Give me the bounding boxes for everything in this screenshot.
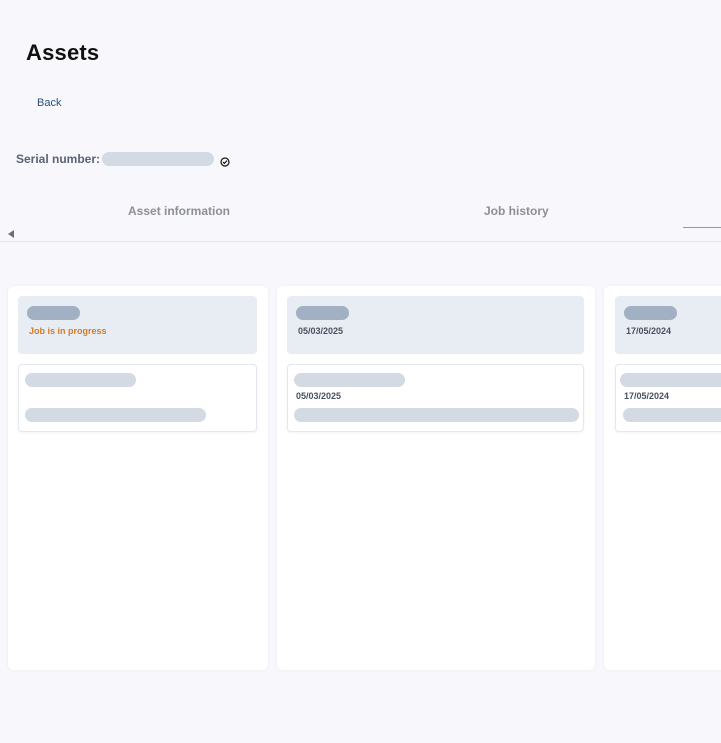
job-column-header: 17/05/2024 [615,296,721,354]
job-date: 17/05/2024 [626,326,672,336]
serial-number-row: Serial number: [16,151,230,167]
tab-job-history[interactable]: Job history [484,204,549,218]
card-detail-placeholder [623,408,721,422]
serial-number-label: Serial number: [16,152,101,166]
job-status: Job is in progress [29,326,107,336]
job-title-placeholder [624,306,677,320]
card-title-placeholder [294,373,405,387]
card-title-placeholder [620,373,721,387]
assets-page: Assets Back Serial number: Asset informa… [0,0,721,743]
tab-asset-information[interactable]: Asset information [128,204,230,218]
job-date: 05/03/2025 [298,326,344,336]
back-link[interactable]: Back [37,97,61,109]
active-tab-indicator [683,227,721,228]
tab-scroll-left-icon[interactable] [8,230,14,238]
job-column: 17/05/2024 17/05/2024 [604,286,721,670]
page-title: Assets [26,40,100,65]
tab-bar: Asset information Job history [0,198,721,242]
card-date: 17/05/2024 [624,391,670,401]
card-detail-placeholder [294,408,579,422]
card-date: 05/03/2025 [296,391,342,401]
job-card[interactable]: 17/05/2024 [615,364,721,432]
job-title-placeholder [27,306,80,320]
check-circle-icon [220,154,230,167]
job-card[interactable]: 05/03/2025 [287,364,584,432]
job-column-header: Job is in progress [18,296,257,354]
job-column: Job is in progress [8,286,268,670]
serial-number-value [102,152,215,166]
card-title-placeholder [25,373,136,387]
job-card[interactable] [18,364,257,432]
job-column-header: 05/03/2025 [287,296,584,354]
card-detail-placeholder [25,408,206,422]
job-title-placeholder [296,306,349,320]
job-column: 05/03/2025 05/03/2025 [277,286,595,670]
